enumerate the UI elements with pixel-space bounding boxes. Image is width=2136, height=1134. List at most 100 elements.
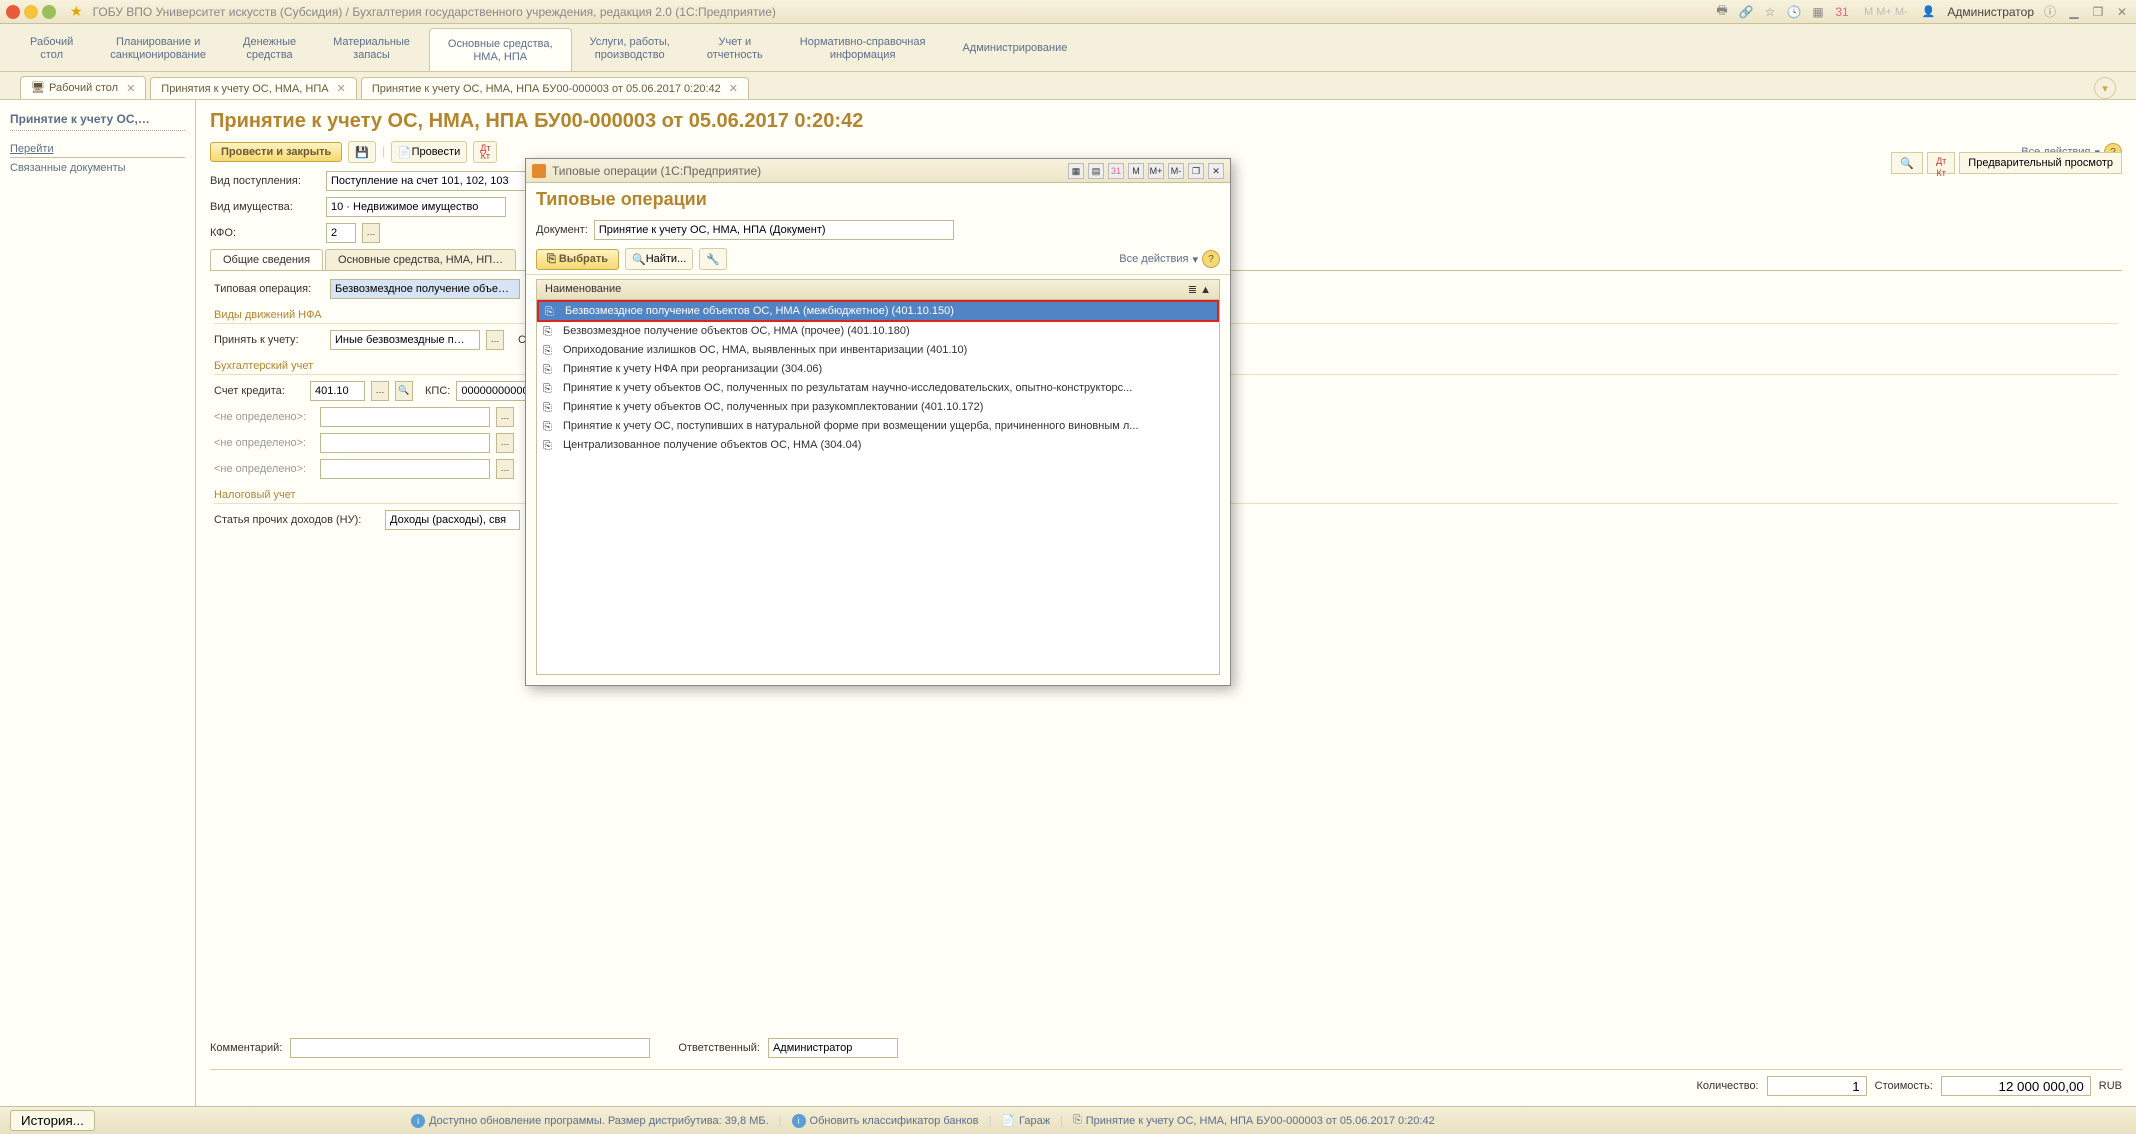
side-link-related[interactable]: Связанные документы xyxy=(10,158,185,178)
history-button[interactable]: История... xyxy=(10,1110,95,1131)
post-and-close-button[interactable]: Провести и закрыть xyxy=(210,142,342,162)
row-icon: ⎘ xyxy=(543,383,557,393)
link-icon[interactable]: 🔗 xyxy=(1738,4,1754,20)
nav-desktop[interactable]: Рабочий стол xyxy=(12,24,92,71)
list-row[interactable]: ⎘Принятие к учету ОС, поступивших в нату… xyxy=(537,417,1219,436)
input-komm[interactable] xyxy=(290,1038,650,1058)
modal-tool-icon[interactable]: ▦ xyxy=(1068,163,1084,179)
input-undef3[interactable] xyxy=(320,459,490,479)
list-row[interactable]: ⎘Принятие к учету НФА при реорганизации … xyxy=(537,360,1219,379)
statusbar: История... iДоступно обновление программ… xyxy=(0,1106,2136,1134)
modal-find-label: Найти... xyxy=(646,253,687,265)
select-kfo-icon[interactable]: … xyxy=(362,223,380,243)
window-minimize-icon[interactable] xyxy=(24,5,38,19)
sb-banks[interactable]: iОбновить классификатор банков xyxy=(792,1114,979,1128)
doc-icon: 📄 xyxy=(1001,1114,1015,1127)
tab-close-icon[interactable]: ✕ xyxy=(337,82,346,95)
star-icon[interactable]: ☆ xyxy=(1762,4,1778,20)
nav-materials[interactable]: Материальные запасы xyxy=(315,24,429,71)
tab-list[interactable]: Принятия к учету ОС, НМА, НПА ✕ xyxy=(150,77,357,99)
list-row[interactable]: ⎘Принятие к учету объектов ОС, полученны… xyxy=(537,398,1219,417)
modal-find-button[interactable]: 🔍 Найти... xyxy=(625,248,693,270)
modal-help-icon[interactable]: ? xyxy=(1202,250,1220,268)
nav-reference[interactable]: Нормативно-справочная информация xyxy=(782,24,945,71)
input-vid-post[interactable] xyxy=(326,171,536,191)
nav-accounting[interactable]: Учет и отчетность xyxy=(689,24,782,71)
input-undef1[interactable] xyxy=(320,407,490,427)
tab-desktop[interactable]: 🖥 Рабочий стол ✕ xyxy=(20,76,146,99)
select-undef1-icon[interactable]: … xyxy=(496,407,514,427)
sb-doc[interactable]: ⎘Принятие к учету ОС, НМА, НПА БУ00-0000… xyxy=(1073,1114,1435,1127)
select-prin-icon[interactable]: … xyxy=(486,330,504,350)
post-button[interactable]: 📄 Провести xyxy=(391,141,467,163)
list-header[interactable]: Наименование ≣ ▲ xyxy=(536,279,1220,300)
input-typ-op[interactable] xyxy=(330,279,520,299)
dtkt2-button[interactable]: ДтКт xyxy=(1927,152,1955,174)
modal-all-actions[interactable]: Все действия ▾ ? xyxy=(1119,250,1220,268)
nav-fixed-assets[interactable]: Основные средства, НМА, НПА xyxy=(429,28,572,71)
row-icon: ⎘ xyxy=(543,345,557,355)
input-kfo[interactable] xyxy=(326,223,356,243)
modal-select-button[interactable]: ⎘ Выбрать xyxy=(536,249,619,270)
nav-admin[interactable]: Администрирование xyxy=(944,24,1086,71)
input-undef2[interactable] xyxy=(320,433,490,453)
tab-document[interactable]: Принятие к учету ОС, НМА, НПА БУ00-00000… xyxy=(361,77,749,99)
info-icon[interactable]: ⓘ xyxy=(2042,4,2058,20)
modal-calc-icon[interactable]: ▤ xyxy=(1088,163,1104,179)
select-schet-icon[interactable]: … xyxy=(371,381,389,401)
titlebar-right: 🖶 🔗 ☆ 🕓 ▦ 31 M M+ M- 👤 Администратор ⓘ ▁… xyxy=(1714,4,2130,20)
restore-icon[interactable]: ❐ xyxy=(2090,4,2106,20)
nav-money[interactable]: Денежные средства xyxy=(225,24,315,71)
sb-update[interactable]: iДоступно обновление программы. Размер д… xyxy=(411,1114,769,1128)
dtkt-button[interactable]: ДтКт xyxy=(473,141,497,163)
list-body: ⎘Безвозмездное получение объектов ОС, НМ… xyxy=(536,300,1220,675)
nav-planning[interactable]: Планирование и санкционирование xyxy=(92,24,225,71)
sb-garage[interactable]: 📄Гараж xyxy=(1001,1114,1050,1127)
info-icon: i xyxy=(411,1114,425,1128)
tab-close-icon[interactable]: ✕ xyxy=(126,82,135,95)
modal-m-button[interactable]: M xyxy=(1128,163,1144,179)
input-qty[interactable] xyxy=(1767,1076,1867,1096)
modal-cal-icon[interactable]: 31 xyxy=(1108,163,1124,179)
ftab-general[interactable]: Общие сведения xyxy=(210,249,323,270)
min-icon[interactable]: ▁ xyxy=(2066,4,2082,20)
list-row[interactable]: ⎘Принятие к учету объектов ОС, полученны… xyxy=(537,379,1219,398)
search-button[interactable]: 🔍 xyxy=(1891,152,1923,174)
sort-icon[interactable]: ≣ ▲ xyxy=(1188,283,1211,296)
favorite-icon[interactable]: ★ xyxy=(70,3,83,20)
tab-close-icon[interactable]: ✕ xyxy=(729,82,738,95)
calendar-icon[interactable]: 31 xyxy=(1834,4,1850,20)
list-row[interactable]: ⎘Безвозмездное получение объектов ОС, НМ… xyxy=(537,322,1219,341)
list-row[interactable]: ⎘Оприходование излишков ОС, НМА, выявлен… xyxy=(537,341,1219,360)
input-otv[interactable] xyxy=(768,1038,898,1058)
modal-typical-operations: Типовые операции (1С:Предприятие) ▦ ▤ 31… xyxy=(525,158,1231,686)
tabs-dropdown-icon[interactable]: ▾ xyxy=(2094,77,2116,99)
m-buttons[interactable]: M M+ M- xyxy=(1864,6,1908,18)
modal-close-icon[interactable]: ✕ xyxy=(1208,163,1224,179)
close-icon[interactable]: ✕ xyxy=(2114,4,2130,20)
modal-input-doc[interactable] xyxy=(594,220,954,240)
modal-mminus-button[interactable]: M- xyxy=(1168,163,1184,179)
ftab-os[interactable]: Основные средства, НМА, НП… xyxy=(325,249,516,270)
select-undef3-icon[interactable]: … xyxy=(496,459,514,479)
input-prin[interactable] xyxy=(330,330,480,350)
input-schet[interactable] xyxy=(310,381,365,401)
clock-icon[interactable]: 🕓 xyxy=(1786,4,1802,20)
preview-button[interactable]: Предварительный просмотр xyxy=(1959,152,2122,174)
input-vid-im[interactable] xyxy=(326,197,506,217)
select-undef2-icon[interactable]: … xyxy=(496,433,514,453)
input-cost[interactable] xyxy=(1941,1076,2091,1096)
search-schet-icon[interactable]: 🔍 xyxy=(395,381,413,401)
modal-restore-icon[interactable]: ❐ xyxy=(1188,163,1204,179)
print-icon[interactable]: 🖶 xyxy=(1714,4,1730,20)
calc-icon[interactable]: ▦ xyxy=(1810,4,1826,20)
window-maximize-icon[interactable] xyxy=(42,5,56,19)
modal-mplus-button[interactable]: M+ xyxy=(1148,163,1164,179)
list-row[interactable]: ⎘Безвозмездное получение объектов ОС, НМ… xyxy=(537,300,1219,322)
list-row[interactable]: ⎘Централизованное получение объектов ОС,… xyxy=(537,436,1219,455)
modal-clear-button[interactable]: 🔧 xyxy=(699,248,727,270)
nav-services[interactable]: Услуги, работы, производство xyxy=(572,24,689,71)
window-close-icon[interactable] xyxy=(6,5,20,19)
input-stat[interactable] xyxy=(385,510,520,530)
save-button[interactable]: 💾 xyxy=(348,141,376,163)
